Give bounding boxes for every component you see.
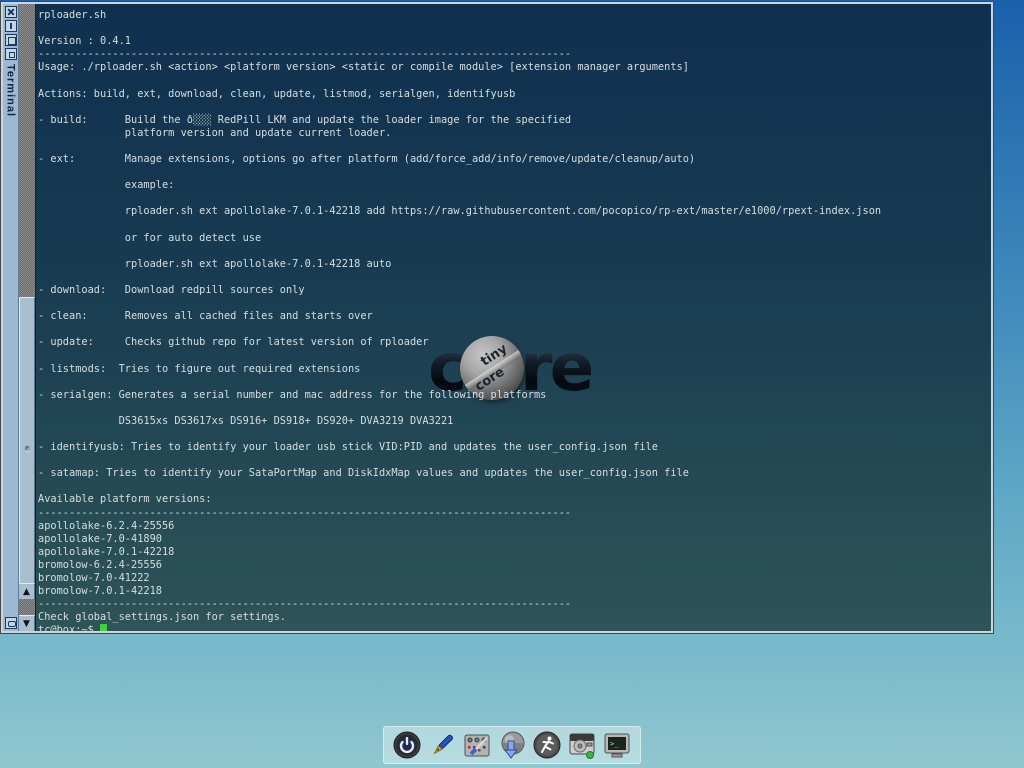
close-button[interactable]: [5, 6, 17, 18]
control-panel-icon[interactable]: [462, 730, 492, 760]
shade-button[interactable]: [5, 20, 17, 32]
mount-tool-icon[interactable]: [567, 730, 597, 760]
prompt-line: tc@box:~$: [36, 624, 991, 631]
shell-prompt: tc@box:~$: [38, 624, 94, 631]
scroll-up-button[interactable]: ▲: [19, 583, 35, 599]
scrollbar[interactable]: ▲ ▼: [19, 4, 36, 631]
window-title: Terminal: [5, 64, 17, 617]
iconify-icon: [9, 52, 15, 58]
maximize-icon: [8, 37, 16, 45]
svg-text:>_: >_: [610, 740, 619, 748]
power-icon[interactable]: [392, 730, 422, 760]
terminal-cursor: [100, 624, 107, 631]
desktop: Terminal ▲ ▼ c tiny core re rploader.sh …: [0, 0, 1024, 768]
window-titlebar[interactable]: Terminal: [3, 4, 19, 631]
terminal-icon[interactable]: >_: [602, 730, 632, 760]
maximize-button[interactable]: [5, 34, 17, 46]
terminal-window: Terminal ▲ ▼ c tiny core re rploader.sh …: [1, 2, 993, 633]
scroll-down-button[interactable]: ▼: [19, 615, 35, 631]
scrollbar-thumb[interactable]: [19, 297, 35, 593]
terminal-screen[interactable]: c tiny core re rploader.sh Version : 0.4…: [36, 4, 991, 631]
app-browser-icon[interactable]: [497, 730, 527, 760]
scrollbar-dimple: [25, 446, 30, 451]
pen-editor-icon[interactable]: [427, 730, 457, 760]
resize-button[interactable]: [5, 617, 17, 629]
dock: >_: [383, 726, 641, 764]
terminal-output: rploader.sh Version : 0.4.1 ------------…: [36, 4, 991, 624]
iconify-button[interactable]: [5, 48, 17, 60]
resize-icon: [8, 621, 16, 627]
shade-icon: [10, 23, 12, 29]
run-icon[interactable]: [532, 730, 562, 760]
